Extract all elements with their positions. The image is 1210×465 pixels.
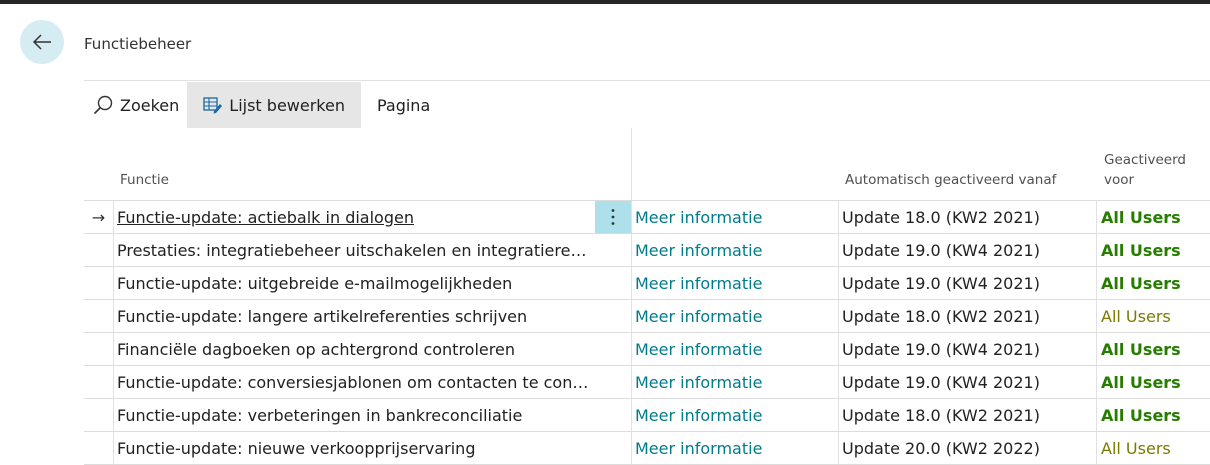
edit-list-button[interactable]: Lijst bewerken [187,82,361,128]
arrow-right-icon: → [91,207,106,227]
row-actions-slot [595,366,632,398]
row-selector[interactable] [84,333,114,365]
auto-activated-cell: Update 19.0 (KW4 2021) [839,333,1097,365]
table-row[interactable]: → Functie-update: actiebalk in dialogen … [84,201,1210,234]
auto-activated-cell: Update 19.0 (KW4 2021) [839,267,1097,299]
feature-name-cell[interactable]: Prestaties: integratiebeheer uitschakele… [114,234,595,266]
row-actions-slot [595,432,632,464]
more-info-link[interactable]: Meer informatie [632,267,839,299]
feature-name: Financiële dagboeken op achtergrond cont… [117,339,515,359]
row-selector[interactable] [84,234,114,266]
feature-name: Prestaties: integratiebeheer uitschakele… [117,240,595,260]
edit-list-icon [203,97,223,114]
activated-for-cell[interactable]: All Users [1097,399,1210,431]
feature-name[interactable]: Functie-update: actiebalk in dialogen [117,208,414,227]
row-actions-slot [595,234,632,266]
table-row[interactable]: Functie-update: verbeteringen in bankrec… [84,399,1210,432]
page-menu-button[interactable]: Pagina [361,82,446,128]
feature-name: Functie-update: conversiesjablonen om co… [117,372,595,392]
column-divider [631,128,632,200]
row-actions-slot [595,300,632,332]
column-header-activated-for[interactable]: Geactiveerd voor [1104,150,1200,190]
activated-for-cell[interactable]: All Users [1097,366,1210,398]
search-button[interactable]: Zoeken [84,82,187,128]
more-info-link[interactable]: Meer informatie [632,234,839,266]
feature-name-cell[interactable]: Functie-update: verbeteringen in bankrec… [114,399,595,431]
more-info-link[interactable]: Meer informatie [632,201,839,233]
feature-name: Functie-update: langere artikelreferenti… [117,306,528,326]
row-selector[interactable] [84,267,114,299]
row-selector[interactable] [84,399,114,431]
row-actions-button[interactable] [595,201,632,233]
more-info-link[interactable]: Meer informatie [632,366,839,398]
divider [84,80,1210,81]
page-menu-label: Pagina [376,95,431,115]
back-button[interactable] [20,20,64,64]
table-row[interactable]: Financiële dagboeken op achtergrond cont… [84,333,1210,366]
column-header-auto-activated[interactable]: Automatisch geactiveerd vanaf [845,170,1056,190]
feature-name-cell[interactable]: Functie-update: conversiesjablonen om co… [114,366,595,398]
auto-activated-cell: Update 19.0 (KW4 2021) [839,234,1097,266]
feature-name: Functie-update: verbeteringen in bankrec… [117,405,523,425]
search-icon [93,95,113,115]
feature-name-cell[interactable]: Functie-update: uitgebreide e-mailmogeli… [114,267,595,299]
table-row[interactable]: Prestaties: integratiebeheer uitschakele… [84,234,1210,267]
feature-name: Functie-update: uitgebreide e-mailmogeli… [117,273,513,293]
row-actions-slot [595,267,632,299]
feature-name-cell[interactable]: Financiële dagboeken op achtergrond cont… [114,333,595,365]
row-actions-slot [595,399,632,431]
activated-for-cell[interactable]: All Users [1097,300,1210,332]
arrow-left-icon [32,34,51,50]
auto-activated-cell: Update 20.0 (KW2 2022) [839,432,1097,464]
row-selector[interactable] [84,300,114,332]
page-title: Functiebeheer [84,35,192,53]
table-row[interactable]: Functie-update: nieuwe verkoopprijservar… [84,432,1210,465]
table-row[interactable]: Functie-update: langere artikelreferenti… [84,300,1210,333]
more-info-link[interactable]: Meer informatie [632,399,839,431]
activated-for-cell[interactable]: All Users [1097,234,1210,266]
more-info-link[interactable]: Meer informatie [632,300,839,332]
activated-for-cell[interactable]: All Users [1097,432,1210,464]
window-top-border [0,0,1210,4]
table-row[interactable]: Functie-update: uitgebreide e-mailmogeli… [84,267,1210,300]
row-selector[interactable]: → [84,201,114,233]
feature-name-cell[interactable]: Functie-update: nieuwe verkoopprijservar… [114,432,595,464]
auto-activated-cell: Update 18.0 (KW2 2021) [839,300,1097,332]
row-selector[interactable] [84,366,114,398]
feature-name-cell[interactable]: Functie-update: langere artikelreferenti… [114,300,595,332]
feature-name: Functie-update: nieuwe verkoopprijservar… [117,438,476,458]
more-info-link[interactable]: Meer informatie [632,432,839,464]
action-bar: Zoeken Lijst bewerken Pagina [84,82,446,128]
table-header: Functie Automatisch geactiveerd vanaf Ge… [84,128,1210,201]
column-header-function[interactable]: Functie [120,170,169,190]
more-vertical-icon [611,209,615,225]
auto-activated-cell: Update 18.0 (KW2 2021) [839,201,1097,233]
edit-list-label: Lijst bewerken [229,95,345,115]
table-row[interactable]: Functie-update: conversiesjablonen om co… [84,366,1210,399]
activated-for-cell[interactable]: All Users [1097,267,1210,299]
more-info-link[interactable]: Meer informatie [632,333,839,365]
row-actions-slot [595,333,632,365]
search-label: Zoeken [120,95,180,115]
feature-name-cell[interactable]: Functie-update: actiebalk in dialogen [114,201,595,233]
auto-activated-cell: Update 19.0 (KW4 2021) [839,366,1097,398]
feature-table: Functie Automatisch geactiveerd vanaf Ge… [84,128,1210,465]
activated-for-cell[interactable]: All Users [1097,201,1210,233]
activated-for-cell[interactable]: All Users [1097,333,1210,365]
auto-activated-cell: Update 18.0 (KW2 2021) [839,399,1097,431]
row-selector[interactable] [84,432,114,464]
